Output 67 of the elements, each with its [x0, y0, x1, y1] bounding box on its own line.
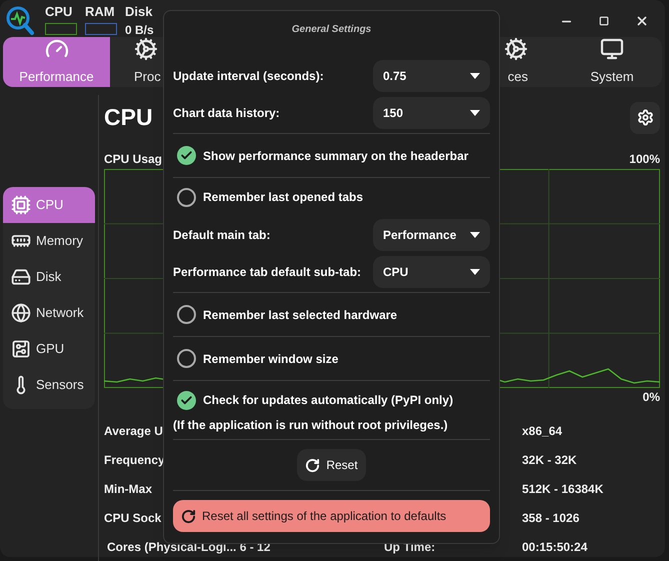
reset-icon: [181, 508, 196, 524]
gear-icon: [504, 37, 528, 61]
check-icon: [180, 394, 193, 406]
info-label: Frequency: [104, 453, 165, 467]
setting-label: Performance tab default sub-tab:: [173, 264, 362, 280]
setting-label: Remember last selected hardware: [203, 306, 398, 324]
check-button[interactable]: [177, 349, 196, 368]
setting-label: Update interval (seconds):: [173, 68, 324, 84]
summary-label: Disk: [125, 4, 154, 20]
chart-max-label: 100%: [629, 152, 660, 166]
popover-title: General Settings: [290, 23, 372, 37]
info-label: CPU Sock: [104, 511, 162, 525]
sidebar-item[interactable]: GPU: [3, 331, 95, 367]
chart-min-label: 0%: [642, 390, 660, 404]
info-value: 32K - 32K: [522, 452, 577, 469]
setting-note: (If the application is run without root privileges.): [173, 418, 449, 432]
settings-icon: [636, 109, 654, 126]
summary-label: CPU: [45, 4, 74, 20]
info-value: 00:15:50:24: [522, 539, 588, 556]
setting-label: Default main tab:: [173, 226, 270, 244]
chart-label: CPU Usag: [104, 152, 162, 166]
summary-label: RAM: [85, 4, 116, 20]
info-label: Average U: [104, 424, 163, 438]
reset-icon: [305, 458, 320, 472]
settings-button[interactable]: [630, 102, 660, 134]
sidebar-item[interactable]: Sensors: [3, 367, 95, 403]
check-button[interactable]: [177, 390, 196, 410]
close-icon[interactable]: [635, 14, 649, 28]
circuit-board-icon: [11, 339, 31, 359]
sidebar-item[interactable]: Network: [3, 295, 95, 331]
caret-icon: [470, 268, 480, 274]
info-value: x86_64: [522, 423, 562, 440]
dropdown[interactable]: Performance: [373, 218, 490, 250]
caret-icon: [470, 110, 480, 116]
check-button[interactable]: [177, 305, 196, 324]
reset-button[interactable]: Reset: [297, 449, 366, 481]
info-value: 358 - 1026: [522, 510, 580, 527]
sidebar-item[interactable]: Disk: [3, 259, 95, 295]
main-tab[interactable]: System: [562, 37, 662, 86]
setting-label: Remember window size: [203, 350, 338, 368]
dropdown[interactable]: 0.75: [373, 60, 490, 92]
check-icon: [180, 149, 193, 162]
sidebar-item[interactable]: Memory: [3, 223, 95, 259]
check-button[interactable]: [177, 146, 196, 165]
setting-label: Show performance summary on the headerbar: [203, 148, 468, 164]
maximize-icon[interactable]: [599, 16, 609, 26]
summary-reading: 0 B/s: [125, 23, 154, 37]
hard-drive-icon: [11, 267, 31, 287]
sidebar-item[interactable]: CPU: [3, 187, 95, 223]
setting-label: Chart data history:: [173, 104, 280, 122]
main-tab[interactable]: Performance: [3, 37, 110, 86]
page-title: CPU: [104, 103, 153, 132]
check-button[interactable]: [177, 188, 196, 206]
globe-icon: [11, 303, 31, 323]
monitor-icon: [600, 37, 624, 61]
info-value: 512K - 16384K: [522, 481, 604, 498]
chip-icon: [11, 195, 31, 215]
app-logo-icon: [6, 6, 34, 36]
reset-all-button[interactable]: Reset all settings of the application to defaults: [173, 500, 490, 532]
setting-label: Check for updates automatically (PyPI only): [203, 392, 454, 409]
dropdown[interactable]: 150: [373, 96, 490, 128]
caret-icon: [470, 232, 480, 238]
setting-label: Remember last opened tabs: [203, 189, 364, 206]
caret-icon: [470, 72, 480, 78]
gear-icon: [134, 37, 158, 61]
info-label: Min-Max: [104, 482, 152, 496]
dropdown[interactable]: CPU: [373, 256, 490, 288]
